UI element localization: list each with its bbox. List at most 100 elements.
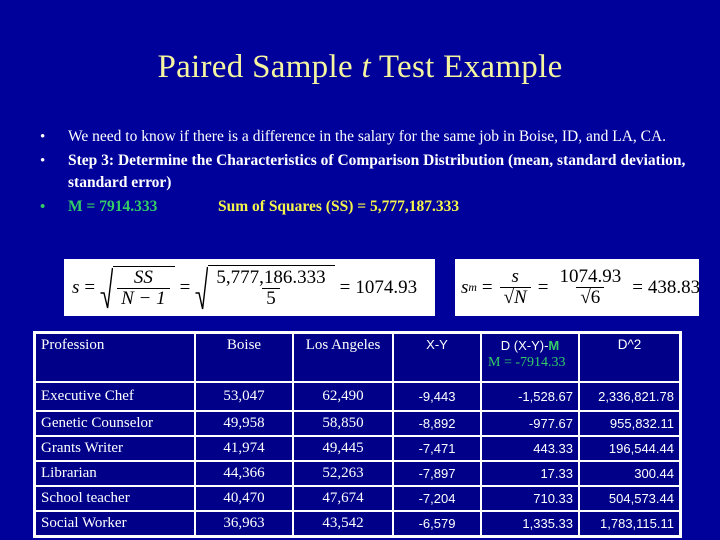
cell-profession: Social Worker: [35, 511, 195, 536]
bullet-text-3: M = 7914.333 Sum of Squares (SS) = 5,777…: [68, 196, 700, 218]
table-header-row: Profession Boise Los Angeles X-Y D (X-Y)…: [35, 333, 680, 382]
formula-s-sqrt2: 5,777,186.333 5: [195, 264, 335, 311]
column-header-los-angeles: Los Angeles: [293, 333, 393, 382]
table-row: Social Worker 36,963 43,542 -6,579 1,335…: [35, 511, 680, 536]
formula-sm-den2: √6: [576, 287, 605, 308]
formula-standard-deviation: s = SS N − 1 = 5,777,186.333 5 = 1074.93: [64, 259, 435, 316]
table-row: School teacher 40,470 47,674 -7,204 710.…: [35, 486, 680, 511]
formula-sm-result: 438.83: [647, 276, 699, 298]
formula-sm-fraction2: 1074.93 √6: [555, 267, 625, 308]
bullet-marker-icon: •: [40, 199, 46, 215]
cell-d: 443.33: [481, 436, 579, 461]
formula-sm-eq1: =: [481, 276, 493, 298]
cell-profession: Genetic Counselor: [35, 411, 195, 436]
formula-s-radicand1: SS N − 1: [113, 265, 175, 310]
cell-profession: Librarian: [35, 461, 195, 486]
cell-d-squared: 300.44: [579, 461, 680, 486]
cell-boise: 49,958: [195, 411, 293, 436]
sum-of-squares-label: Sum of Squares (SS) = 5,777,187.333: [218, 198, 460, 215]
cell-los-angeles: 49,445: [293, 436, 393, 461]
formula-s-num2: 5,777,186.333: [216, 267, 326, 289]
formula-s-fraction1: SS N − 1: [117, 268, 170, 309]
page-title: Paired Sample t Test Example: [0, 48, 720, 86]
cell-d-squared: 196,544.44: [579, 436, 680, 461]
formula-strip: s = SS N − 1 = 5,777,186.333 5 = 1074.93…: [0, 259, 720, 321]
formula-sm-eq3: =: [632, 276, 643, 298]
bullet-item-1: • We need to know if there is a differen…: [30, 126, 700, 148]
column-header-d-mean-value: M = -7914.33: [488, 355, 566, 370]
cell-x-minus-y: -6,579: [393, 511, 481, 536]
formula-s-sqrt1: SS N − 1: [100, 265, 175, 310]
formula-sm-eq2: =: [537, 276, 549, 298]
cell-x-minus-y: -8,892: [393, 411, 481, 436]
cell-d: 17.33: [481, 461, 579, 486]
formula-s-result: 1074.93: [355, 276, 418, 298]
column-header-d: D (X-Y)-M M = -7914.33: [481, 333, 579, 382]
formula-standard-error: sm = s √N = 1074.93 √6 = 438.83: [455, 259, 699, 316]
cell-d-squared: 2,336,821.78: [579, 382, 680, 411]
cell-los-angeles: 47,674: [293, 486, 393, 511]
cell-x-minus-y: -9,443: [393, 382, 481, 411]
table-row: Genetic Counselor 49,958 58,850 -8,892 -…: [35, 411, 680, 436]
bullet-item-2: • Step 3: Determine the Characteristics …: [30, 150, 700, 194]
formula-s-eq3: =: [339, 276, 351, 298]
bullet-marker-icon: •: [40, 129, 46, 145]
column-header-d-mean-symbol: M: [548, 338, 560, 353]
cell-profession: Grants Writer: [35, 436, 195, 461]
formula-sm-lhs-sub: m: [468, 280, 477, 294]
cell-los-angeles: 52,263: [293, 461, 393, 486]
page-title-italic-t: t: [361, 49, 371, 85]
formula-sm-den1: √N: [499, 287, 531, 308]
radical-icon: [100, 266, 114, 310]
cell-boise: 44,366: [195, 461, 293, 486]
column-header-x-minus-y: X-Y: [393, 333, 481, 382]
formula-s-radicand2: 5,777,186.333 5: [208, 264, 335, 311]
table-row: Librarian 44,366 52,263 -7,897 17.33 300…: [35, 461, 680, 486]
cell-boise: 36,963: [195, 511, 293, 536]
page-title-part2: Test Example: [370, 49, 563, 85]
formula-s-eq2: =: [179, 276, 191, 298]
table-row: Grants Writer 41,974 49,445 -7,471 443.3…: [35, 436, 680, 461]
column-header-d-formula: D (X-Y)-: [500, 338, 549, 353]
cell-d-squared: 955,832.11: [579, 411, 680, 436]
page-title-part1: Paired Sample: [157, 49, 362, 85]
cell-d: 710.33: [481, 486, 579, 511]
cell-d-squared: 1,783,115.11: [579, 511, 680, 536]
formula-sm-num1: s: [511, 266, 519, 288]
cell-d: -1,528.67: [481, 382, 579, 411]
bullet-item-3: • M = 7914.333 Sum of Squares (SS) = 5,7…: [30, 196, 700, 218]
mean-value-label: M = 7914.333: [68, 198, 158, 215]
cell-d: -977.67: [481, 411, 579, 436]
cell-d: 1,335.33: [481, 511, 579, 536]
bullet-marker-icon: •: [40, 153, 46, 169]
column-header-d-squared: D^2: [579, 333, 680, 382]
salary-comparison-table: Profession Boise Los Angeles X-Y D (X-Y)…: [33, 331, 682, 538]
cell-los-angeles: 62,490: [293, 382, 393, 411]
cell-profession: Executive Chef: [35, 382, 195, 411]
cell-x-minus-y: -7,204: [393, 486, 481, 511]
cell-d-squared: 504,573.44: [579, 486, 680, 511]
cell-boise: 41,974: [195, 436, 293, 461]
table-row: Executive Chef 53,047 62,490 -9,443 -1,5…: [35, 382, 680, 411]
bullet-text-1: We need to know if there is a difference…: [68, 128, 667, 145]
cell-los-angeles: 43,542: [293, 511, 393, 536]
cell-los-angeles: 58,850: [293, 411, 393, 436]
formula-sm-fraction1: s √N: [499, 266, 531, 308]
formula-s-den1: N − 1: [117, 288, 170, 309]
cell-x-minus-y: -7,897: [393, 461, 481, 486]
formula-s-fraction2: 5,777,186.333 5: [212, 268, 329, 309]
column-header-boise: Boise: [195, 333, 293, 382]
formula-s-num1: SS: [133, 267, 153, 289]
bullet-list: • We need to know if there is a differen…: [30, 126, 700, 220]
formula-sm-num2: 1074.93: [559, 266, 622, 288]
formula-sm-lhs: s: [461, 276, 469, 298]
cell-boise: 40,470: [195, 486, 293, 511]
cell-profession: School teacher: [35, 486, 195, 511]
formula-s-expression: s = SS N − 1 = 5,777,186.333 5 = 1074.93: [72, 264, 418, 311]
radical-icon: [195, 265, 209, 311]
formula-s-den2: 5: [262, 288, 280, 309]
cell-x-minus-y: -7,471: [393, 436, 481, 461]
column-header-profession: Profession: [35, 333, 195, 382]
formula-s-lhs: s: [72, 276, 80, 298]
formula-sm-expression: sm = s √N = 1074.93 √6 = 438.83: [461, 267, 699, 308]
